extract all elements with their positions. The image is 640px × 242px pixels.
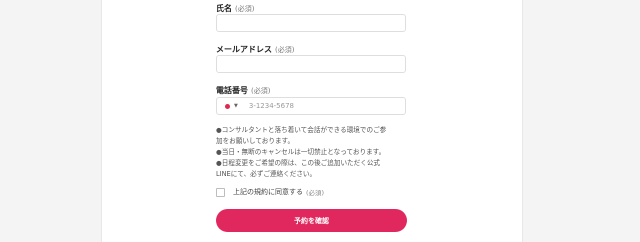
note-line: 加をお願いしております。 bbox=[216, 137, 295, 145]
note-line: ●当日・無断のキャンセルは一切禁止となっております。 bbox=[216, 148, 386, 156]
email-input[interactable] bbox=[216, 55, 406, 73]
terms-notes: ●コンサルタントと落ち着いて会話ができる環境でのご参 加をお願いしております。 … bbox=[216, 125, 411, 180]
phone-label: 電話番号 (必須) bbox=[216, 85, 270, 96]
jp-flag-icon[interactable] bbox=[225, 103, 230, 109]
name-label: 氏名 (必須) bbox=[216, 3, 254, 14]
name-label-text: 氏名 bbox=[216, 4, 232, 13]
note-line: ●コンサルタントと落ち着いて会話ができる環境でのご参 bbox=[216, 126, 387, 134]
agreement-row[interactable]: 上記の規約に同意する (必須) bbox=[216, 187, 324, 197]
name-required-marker: (必須) bbox=[235, 5, 255, 13]
phone-placeholder: 3-1234-5678 bbox=[248, 102, 294, 110]
phone-input[interactable]: ▼ 3-1234-5678 bbox=[216, 97, 406, 115]
email-label-text: メールアドレス bbox=[216, 45, 272, 54]
agreement-required-marker: (必須) bbox=[306, 189, 325, 197]
phone-label-text: 電話番号 bbox=[216, 86, 248, 95]
phone-required-marker: (必須) bbox=[251, 87, 271, 95]
agreement-checkbox[interactable] bbox=[216, 187, 225, 197]
note-line: ●日程変更をご希望の際は、この後ご追加いただく公式 bbox=[216, 159, 381, 167]
note-line: LINEにて、必ずご連絡ください。 bbox=[216, 170, 317, 178]
confirm-reservation-button[interactable]: 予約を確認 bbox=[216, 209, 407, 232]
agreement-label[interactable]: 上記の規約に同意する bbox=[233, 187, 303, 197]
chevron-down-icon[interactable]: ▼ bbox=[234, 103, 238, 109]
form-panel bbox=[101, 0, 523, 242]
name-input[interactable] bbox=[216, 14, 406, 32]
email-label: メールアドレス (必須) bbox=[216, 44, 294, 55]
email-required-marker: (必須) bbox=[275, 46, 295, 54]
